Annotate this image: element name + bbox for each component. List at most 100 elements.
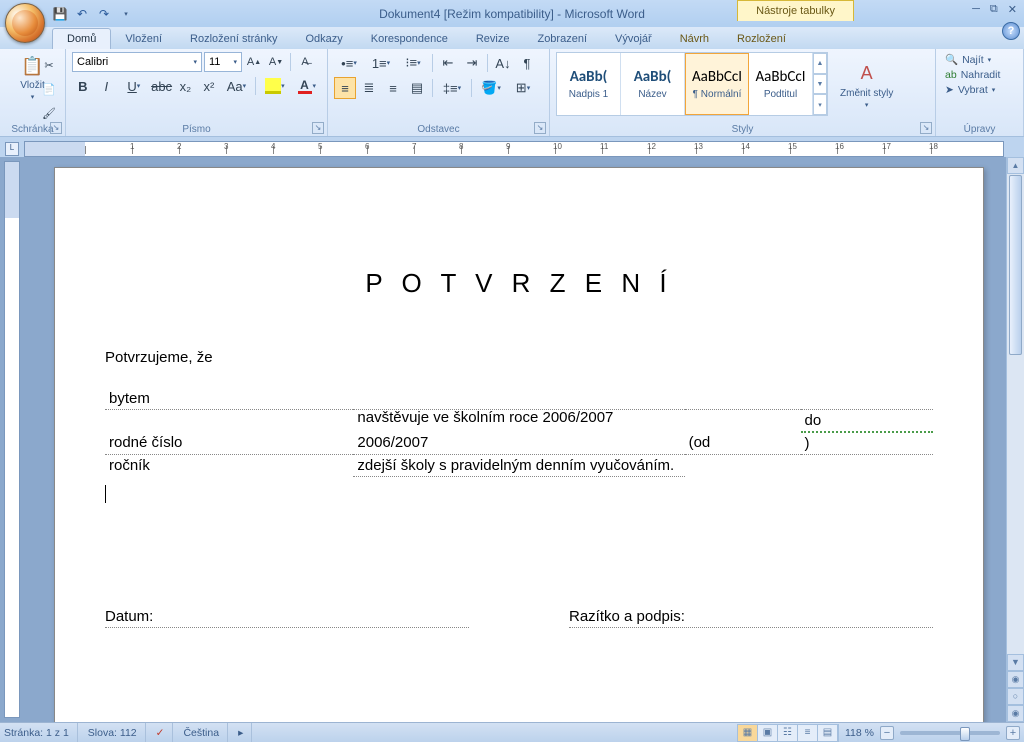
tab-rozlozeni-stranky[interactable]: Rozložení stránky bbox=[176, 29, 291, 49]
style-item-nadpis1[interactable]: AaBb( Nadpis 1 bbox=[557, 53, 621, 115]
tab-selector[interactable]: L bbox=[0, 141, 24, 157]
web-layout-view-icon[interactable]: ☷ bbox=[778, 725, 798, 741]
line-spacing-button[interactable]: ‡≡▾ bbox=[437, 77, 467, 99]
group-editing: 🔍Najít▾ abNahradit ➤Vybrat▾ Úpravy bbox=[936, 49, 1024, 136]
increase-indent-button[interactable]: ⇥ bbox=[461, 52, 483, 74]
status-proofing[interactable]: ✓ bbox=[156, 723, 174, 742]
justify-button[interactable]: ▤ bbox=[406, 77, 428, 99]
numbering-button[interactable]: 1≡▾ bbox=[366, 52, 396, 74]
bold-button[interactable]: B bbox=[72, 75, 94, 97]
zoom-in-button[interactable]: + bbox=[1006, 726, 1020, 740]
show-marks-button[interactable]: ¶ bbox=[516, 52, 538, 74]
align-center-button[interactable]: ≣ bbox=[358, 77, 380, 99]
sort-button[interactable]: A↓ bbox=[492, 52, 514, 74]
quick-access-toolbar: 💾 ↶ ↷ ▾ bbox=[52, 6, 134, 22]
dialog-launcher-icon[interactable]: ↘ bbox=[50, 122, 62, 134]
redo-icon[interactable]: ↷ bbox=[96, 6, 112, 22]
tab-rozlozeni[interactable]: Rozložení bbox=[723, 29, 800, 49]
decrease-indent-button[interactable]: ⇤ bbox=[437, 52, 459, 74]
scroll-thumb[interactable] bbox=[1009, 175, 1022, 355]
window-controls: ─ ⧉ ✕ bbox=[969, 3, 1020, 16]
tab-odkazy[interactable]: Odkazy bbox=[291, 29, 356, 49]
superscript-button[interactable]: x² bbox=[198, 75, 220, 97]
vertical-scrollbar[interactable]: ▲ ▼ ◉ ○ ◉ bbox=[1006, 157, 1024, 722]
next-page-icon[interactable]: ◉ bbox=[1007, 705, 1024, 722]
find-button[interactable]: 🔍Najít▾ bbox=[942, 52, 1017, 67]
dialog-launcher-icon[interactable]: ↘ bbox=[312, 122, 324, 134]
save-icon[interactable]: 💾 bbox=[52, 6, 68, 22]
group-clipboard: 📋 Vložit ▾ ✂ 📄 🖌 Schránka ↘ bbox=[0, 49, 66, 136]
grow-font-icon[interactable]: A▲ bbox=[244, 52, 264, 72]
strikethrough-button[interactable]: abc bbox=[151, 75, 173, 97]
qat-customize-icon[interactable]: ▾ bbox=[118, 6, 134, 22]
copy-icon[interactable]: 📄 bbox=[39, 79, 59, 99]
prev-page-icon[interactable]: ◉ bbox=[1007, 671, 1024, 688]
group-label: Odstavec bbox=[328, 124, 549, 135]
tab-navrh[interactable]: Návrh bbox=[666, 29, 723, 49]
highlight-button[interactable]: ▾ bbox=[260, 75, 289, 97]
tab-revize[interactable]: Revize bbox=[462, 29, 524, 49]
document-area: P O T V R Z E N Í Potvrzujeme, že bytem … bbox=[0, 157, 1024, 722]
zoom-level[interactable]: 118 % bbox=[845, 727, 874, 739]
style-item-nazev[interactable]: AaBb( Název bbox=[621, 53, 685, 115]
gallery-scroll[interactable]: ▲▼▾ bbox=[813, 53, 827, 115]
zoom-out-button[interactable]: − bbox=[880, 726, 894, 740]
group-label: Styly bbox=[550, 124, 935, 135]
underline-button[interactable]: U▾ bbox=[119, 75, 148, 97]
styles-gallery[interactable]: AaBb( Nadpis 1 AaBb( Název AaBbCcI ¶ Nor… bbox=[556, 52, 828, 116]
contextual-tab-title: Nástroje tabulky bbox=[737, 0, 854, 21]
change-case-button[interactable]: Aa▾ bbox=[222, 75, 251, 97]
select-button[interactable]: ➤Vybrat▾ bbox=[942, 83, 1017, 97]
zoom-slider[interactable] bbox=[900, 731, 1000, 735]
page[interactable]: P O T V R Z E N Í Potvrzujeme, že bytem … bbox=[54, 167, 984, 722]
tab-vlozeni[interactable]: Vložení bbox=[111, 29, 176, 49]
minimize-icon[interactable]: ─ bbox=[969, 3, 983, 16]
tab-zobrazeni[interactable]: Zobrazení bbox=[523, 29, 601, 49]
shading-button[interactable]: 🪣▾ bbox=[476, 77, 506, 99]
font-size-combo[interactable]: 11▾ bbox=[204, 52, 242, 72]
draft-view-icon[interactable]: ▤ bbox=[818, 725, 838, 741]
align-left-button[interactable]: ≡ bbox=[334, 77, 356, 99]
status-words[interactable]: Slova: 112 bbox=[88, 723, 146, 742]
tab-vyvojar[interactable]: Vývojář bbox=[601, 29, 666, 49]
group-paragraph: •≡▾ 1≡▾ ⁝≡▾ ⇤ ⇥ A↓ ¶ ≡ ≣ ≡ ▤ ‡≡▾ 🪣▾ ⊞▾ O… bbox=[328, 49, 550, 136]
multilevel-list-button[interactable]: ⁝≡▾ bbox=[398, 52, 428, 74]
scroll-up-icon[interactable]: ▲ bbox=[1007, 157, 1024, 174]
status-page[interactable]: Stránka: 1 z 1 bbox=[4, 723, 78, 742]
change-styles-button[interactable]: A Změnit styly ▾ bbox=[834, 52, 899, 118]
style-item-normalni[interactable]: AaBbCcI ¶ Normální bbox=[685, 53, 749, 115]
bullets-button[interactable]: •≡▾ bbox=[334, 52, 364, 74]
group-label: Úpravy bbox=[936, 124, 1023, 135]
close-icon[interactable]: ✕ bbox=[1005, 3, 1020, 16]
subscript-button[interactable]: x₂ bbox=[175, 75, 197, 97]
office-button[interactable] bbox=[5, 3, 45, 43]
tab-korespondence[interactable]: Korespondence bbox=[357, 29, 462, 49]
style-item-podtitul[interactable]: AaBbCcI Podtitul bbox=[749, 53, 813, 115]
status-language[interactable]: Čeština bbox=[183, 723, 228, 742]
cut-icon[interactable]: ✂ bbox=[39, 55, 59, 75]
help-icon[interactable]: ? bbox=[1002, 22, 1020, 40]
status-macro[interactable]: ▸ bbox=[238, 723, 252, 742]
outline-view-icon[interactable]: ≡ bbox=[798, 725, 818, 741]
restore-icon[interactable]: ⧉ bbox=[987, 3, 1001, 16]
italic-button[interactable]: I bbox=[96, 75, 118, 97]
align-right-button[interactable]: ≡ bbox=[382, 77, 404, 99]
tab-domu[interactable]: Domů bbox=[52, 28, 111, 49]
print-layout-view-icon[interactable]: ▦ bbox=[738, 725, 758, 741]
full-screen-view-icon[interactable]: ▣ bbox=[758, 725, 778, 741]
undo-icon[interactable]: ↶ bbox=[74, 6, 90, 22]
font-color-button[interactable]: ▾ bbox=[292, 75, 321, 97]
doc-heading: P O T V R Z E N Í bbox=[105, 268, 933, 299]
shrink-font-icon[interactable]: A▼ bbox=[266, 52, 286, 72]
borders-button[interactable]: ⊞▾ bbox=[508, 77, 538, 99]
vertical-ruler[interactable] bbox=[4, 161, 20, 718]
dialog-launcher-icon[interactable]: ↘ bbox=[534, 122, 546, 134]
replace-button[interactable]: abNahradit bbox=[942, 68, 1017, 82]
format-painter-icon[interactable]: 🖌 bbox=[39, 103, 59, 123]
font-name-combo[interactable]: Calibri▾ bbox=[72, 52, 202, 72]
horizontal-ruler[interactable]: 123456789101112131415161718 bbox=[24, 141, 1004, 157]
dialog-launcher-icon[interactable]: ↘ bbox=[920, 122, 932, 134]
clear-formatting-icon[interactable]: A̶ bbox=[295, 52, 315, 72]
browse-object-icon[interactable]: ○ bbox=[1007, 688, 1024, 705]
scroll-down-icon[interactable]: ▼ bbox=[1007, 654, 1024, 671]
